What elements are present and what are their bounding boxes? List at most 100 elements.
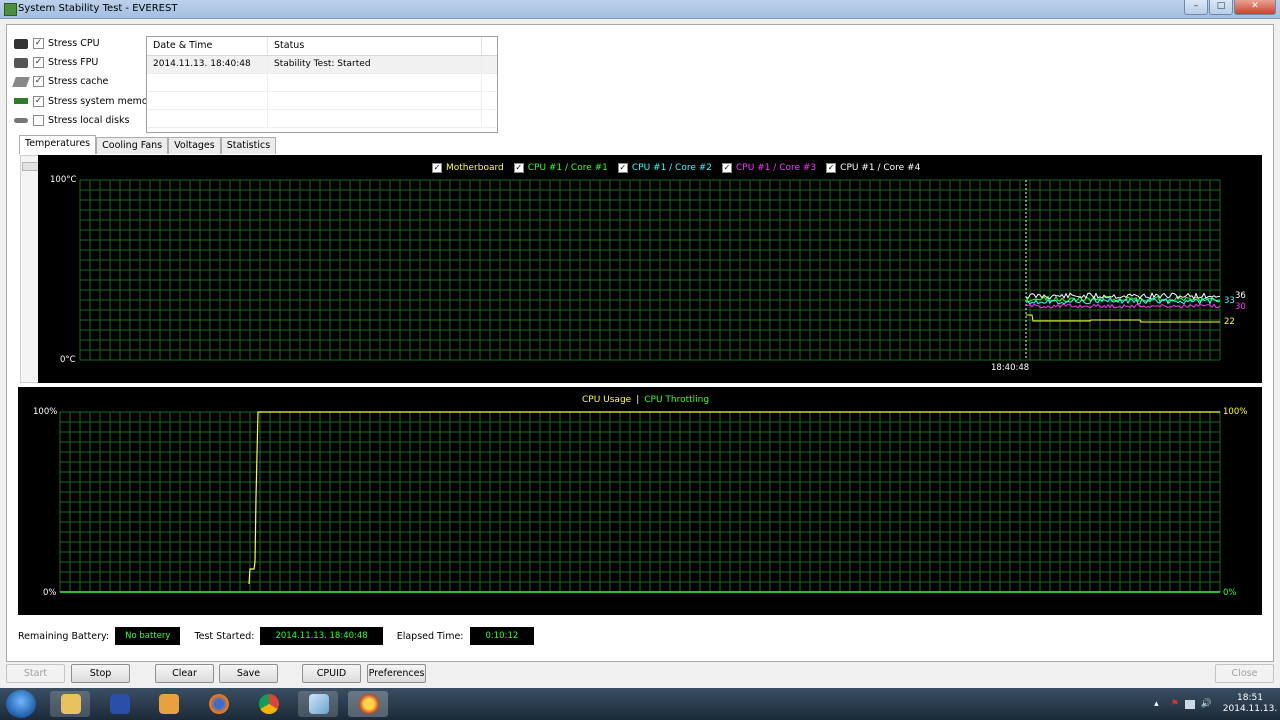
- close-window-button[interactable]: ✕: [1234, 0, 1276, 15]
- cpu-grid: [59, 411, 1221, 593]
- maximize-button[interactable]: □: [1209, 0, 1233, 15]
- scrollbar-thumb[interactable]: [22, 162, 39, 171]
- stress-disks-label: Stress local disks: [48, 114, 130, 126]
- taskbar-chrome[interactable]: [248, 691, 288, 717]
- temperature-grid: [79, 179, 1221, 361]
- stress-cache-option[interactable]: ✓ Stress cache: [12, 72, 157, 91]
- table-row[interactable]: 2014.11.13. 18:40:48 Stability Test: Sta…: [147, 56, 497, 74]
- tab-cooling-fans[interactable]: Cooling Fans: [96, 137, 169, 154]
- temperature-plot: [79, 179, 1221, 361]
- stress-disks-checkbox[interactable]: [33, 114, 44, 126]
- fpu-icon: [14, 57, 28, 68]
- log-cell-status: [268, 110, 482, 127]
- log-cell-status: [268, 92, 482, 109]
- window-controls: – □ ✕: [1184, 0, 1276, 15]
- clock-time: 18:51: [1237, 693, 1263, 703]
- tab-temperatures[interactable]: Temperatures: [19, 135, 97, 154]
- log-header: Date & Time Status: [147, 37, 497, 56]
- stress-cache-label: Stress cache: [48, 76, 109, 88]
- tab-bar: Temperatures Cooling Fans Voltages Stati…: [19, 135, 277, 154]
- clear-button[interactable]: Clear: [155, 664, 214, 683]
- value-label-22: 22: [1224, 317, 1235, 327]
- cpu-usage-plot: [59, 411, 1221, 593]
- value-label-30: 30: [1235, 302, 1246, 312]
- log-cell-datetime: [147, 92, 268, 109]
- table-row: [147, 110, 497, 128]
- system-tray: ▴ ⚑ 🔊 18:51 2014.11.13.: [1154, 688, 1280, 720]
- tray-expand-icon[interactable]: ▴: [1154, 699, 1159, 709]
- stress-cpu-label: Stress CPU: [48, 38, 100, 50]
- taskbar-media-player[interactable]: [148, 691, 188, 717]
- table-row: [147, 92, 497, 110]
- minimize-button[interactable]: –: [1184, 0, 1208, 15]
- window-title: System Stability Test - EVEREST: [18, 3, 178, 14]
- stress-cpu-option[interactable]: ✓ Stress CPU: [14, 34, 157, 53]
- log-cell-datetime: [147, 74, 268, 91]
- stress-memory-label: Stress system memory: [48, 95, 158, 107]
- start-button[interactable]: Start: [6, 664, 65, 683]
- stress-disks-option[interactable]: Stress local disks: [14, 111, 157, 130]
- action-center-icon[interactable]: ⚑: [1171, 699, 1179, 709]
- preferences-button[interactable]: Preferences: [367, 664, 426, 683]
- action-buttons: Start Stop Clear Save CPUID Preferences …: [0, 664, 1280, 684]
- close-button[interactable]: Close: [1215, 664, 1274, 683]
- stress-fpu-option[interactable]: ✓ Stress FPU: [14, 53, 157, 72]
- file-icon: [309, 694, 329, 714]
- taskbar-everest[interactable]: [348, 691, 388, 717]
- explorer-icon: [61, 694, 81, 714]
- table-row: [147, 74, 497, 92]
- stress-memory-checkbox[interactable]: ✓: [33, 95, 44, 107]
- taskbar: ▴ ⚑ 🔊 18:51 2014.11.13.: [0, 688, 1280, 720]
- value-label-36: 36: [1235, 291, 1246, 301]
- chart-scrollbar[interactable]: [20, 155, 40, 383]
- test-started-label: Test Started:: [194, 630, 255, 642]
- battery-value: No battery: [115, 627, 181, 645]
- value-label-33: 33: [1224, 296, 1235, 306]
- taskbar-file[interactable]: [298, 691, 338, 717]
- disk-icon: [14, 117, 28, 123]
- cache-icon: [12, 76, 30, 87]
- column-header-status[interactable]: Status: [268, 37, 482, 55]
- log-cell-status: [268, 74, 482, 91]
- taskbar-explorer[interactable]: [50, 691, 90, 717]
- save-button[interactable]: Save: [219, 664, 278, 683]
- log-cell-datetime: [147, 110, 268, 127]
- temperature-chart: ✓ Motherboard ✓ CPU #1 / Core #1 ✓ CPU #1 /…: [38, 155, 1262, 383]
- firefox-icon: [209, 694, 229, 714]
- everest-icon: [359, 694, 379, 714]
- taskbar-firefox[interactable]: [198, 691, 238, 717]
- elapsed-time-value: 0:10:12: [469, 627, 535, 645]
- tab-voltages[interactable]: Voltages: [168, 137, 221, 154]
- log-cell-datetime: 2014.11.13. 18:40:48: [147, 56, 268, 73]
- series-line-cpu-usage: [248, 411, 1220, 585]
- status-log-table[interactable]: Date & Time Status 2014.11.13. 18:40:48 …: [146, 36, 498, 133]
- volume-icon[interactable]: 🔊: [1201, 699, 1212, 709]
- taskbar-save[interactable]: [99, 691, 139, 717]
- elapsed-time-label: Elapsed Time:: [396, 630, 464, 642]
- clock[interactable]: 18:51 2014.11.13.: [1220, 693, 1280, 715]
- battery-label: Remaining Battery:: [18, 630, 110, 642]
- cpuid-button[interactable]: CPUID: [302, 664, 361, 683]
- stress-memory-option[interactable]: ✓ Stress system memory: [14, 92, 157, 111]
- test-started-value: 2014.11.13. 18:40:48: [260, 627, 383, 645]
- stress-fpu-checkbox[interactable]: ✓: [33, 57, 44, 69]
- media-player-icon: [159, 694, 179, 714]
- status-bar: Remaining Battery: No battery Test Start…: [18, 627, 548, 645]
- stress-cpu-checkbox[interactable]: ✓: [33, 38, 44, 50]
- save-icon: [110, 694, 130, 714]
- memory-icon: [14, 98, 28, 105]
- stress-cache-checkbox[interactable]: ✓: [33, 76, 44, 88]
- clock-date: 2014.11.13.: [1222, 704, 1278, 714]
- stress-fpu-label: Stress FPU: [48, 57, 99, 69]
- start-orb-icon[interactable]: [6, 690, 36, 718]
- series-line-core3: [1025, 303, 1221, 309]
- cpu-usage-chart: CPU Usage | CPU Throttling 100% 0% 100% …: [18, 387, 1262, 615]
- stop-button[interactable]: Stop: [71, 664, 130, 683]
- title-bar: System Stability Test - EVEREST – □ ✕: [0, 0, 1280, 19]
- app-icon: [4, 3, 17, 16]
- series-line-motherboard: [1026, 314, 1220, 323]
- cpu-icon: [14, 38, 28, 49]
- column-header-datetime[interactable]: Date & Time: [147, 37, 268, 55]
- network-icon[interactable]: [1184, 699, 1195, 709]
- tab-statistics[interactable]: Statistics: [220, 137, 277, 154]
